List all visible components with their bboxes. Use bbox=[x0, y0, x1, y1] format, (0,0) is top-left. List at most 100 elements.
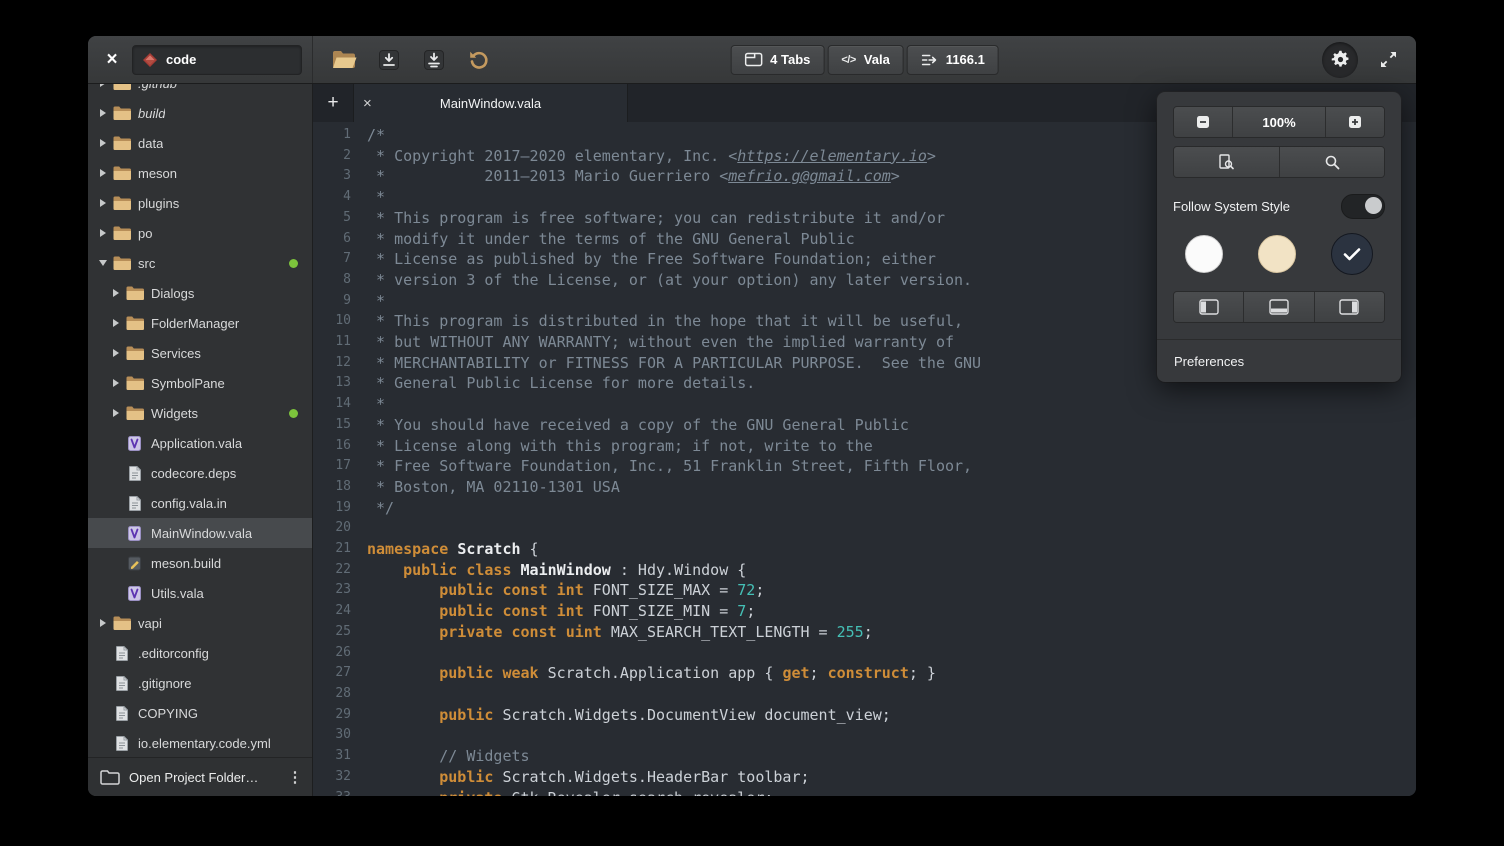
folder-icon bbox=[112, 616, 131, 630]
search-button[interactable] bbox=[1279, 147, 1385, 177]
chevron-right-icon[interactable] bbox=[94, 84, 112, 88]
folder-icon bbox=[112, 256, 131, 270]
tree-item-dialogs[interactable]: Dialogs bbox=[88, 278, 312, 308]
open-project-folder-button[interactable]: Open Project Folder… ⋮ bbox=[88, 757, 312, 796]
zoom-in-icon bbox=[1348, 115, 1362, 129]
layout-sidebar-left-icon bbox=[1199, 299, 1219, 315]
tree-item-meson[interactable]: meson bbox=[88, 158, 312, 188]
tree-item-label: config.vala.in bbox=[151, 496, 227, 511]
line-number: 9 bbox=[313, 291, 365, 312]
folder-icon bbox=[125, 376, 144, 390]
code-text: /* bbox=[365, 125, 385, 146]
line-number: 6 bbox=[313, 229, 365, 250]
tree-item--editorconfig[interactable]: .editorconfig bbox=[88, 638, 312, 668]
tree-item--gitignore[interactable]: .gitignore bbox=[88, 668, 312, 698]
chevron-right-icon[interactable] bbox=[107, 318, 125, 328]
chevron-right-icon[interactable] bbox=[94, 198, 112, 208]
chevron-down-icon[interactable] bbox=[94, 259, 112, 267]
follow-system-style-switch[interactable] bbox=[1341, 194, 1385, 219]
settings-popover: 100% bbox=[1157, 92, 1401, 382]
vala-file-icon bbox=[125, 586, 144, 601]
tree-item-label: Utils.vala bbox=[151, 586, 204, 601]
new-tab-button[interactable]: + bbox=[313, 84, 354, 122]
tree-item-po[interactable]: po bbox=[88, 218, 312, 248]
layout-sidebar-right-icon bbox=[1339, 299, 1359, 315]
code-line: 31 // Widgets bbox=[313, 746, 1416, 767]
layout-sidebar-right-button[interactable] bbox=[1314, 292, 1384, 322]
tree-item-plugins[interactable]: plugins bbox=[88, 188, 312, 218]
find-in-page-button[interactable] bbox=[1174, 147, 1279, 177]
tree-item-vapi[interactable]: vapi bbox=[88, 608, 312, 638]
tree-item-utils-vala[interactable]: Utils.vala bbox=[88, 578, 312, 608]
tree-item-symbolpane[interactable]: SymbolPane bbox=[88, 368, 312, 398]
zoom-out-button[interactable] bbox=[1174, 107, 1232, 137]
chevron-right-icon[interactable] bbox=[94, 108, 112, 118]
tree-item--github[interactable]: .github bbox=[88, 84, 312, 98]
chevron-right-icon[interactable] bbox=[107, 348, 125, 358]
chevron-right-icon[interactable] bbox=[107, 288, 125, 298]
folder-icon bbox=[112, 136, 131, 150]
tree-item-widgets[interactable]: Widgets bbox=[88, 398, 312, 428]
save-button[interactable] bbox=[372, 43, 406, 77]
tree-item-data[interactable]: data bbox=[88, 128, 312, 158]
tree-item-config-vala-in[interactable]: config.vala.in bbox=[88, 488, 312, 518]
code-line: 29 public Scratch.Widgets.DocumentView d… bbox=[313, 705, 1416, 726]
project-chooser-button[interactable]: code bbox=[132, 45, 302, 75]
tree-item-label: FolderManager bbox=[151, 316, 239, 331]
project-name: code bbox=[166, 52, 196, 67]
code-line: 28 bbox=[313, 684, 1416, 705]
tab-overview-button[interactable]: 4 Tabs bbox=[730, 45, 824, 75]
revert-button[interactable] bbox=[462, 43, 496, 77]
code-line: 20 bbox=[313, 518, 1416, 539]
layout-bottom-panel-button[interactable] bbox=[1243, 292, 1313, 322]
tree-item-copying[interactable]: COPYING bbox=[88, 698, 312, 728]
tree-item-foldermanager[interactable]: FolderManager bbox=[88, 308, 312, 338]
line-number: 12 bbox=[313, 353, 365, 374]
tree-item-services[interactable]: Services bbox=[88, 338, 312, 368]
tree-item-src[interactable]: src bbox=[88, 248, 312, 278]
line-number: 7 bbox=[313, 249, 365, 270]
code-text: * version 3 of the License, or (at your … bbox=[365, 270, 972, 291]
sidebar-menu-button[interactable]: ⋮ bbox=[286, 768, 304, 786]
tree-item-meson-build[interactable]: meson.build bbox=[88, 548, 312, 578]
tree-item-io-elementary-code-yml[interactable]: io.elementary.code.yml bbox=[88, 728, 312, 757]
tree-item-codecore-deps[interactable]: codecore.deps bbox=[88, 458, 312, 488]
line-number: 26 bbox=[313, 643, 365, 664]
code-line: 17 * Free Software Foundation, Inc., 51 … bbox=[313, 456, 1416, 477]
line-number: 3 bbox=[313, 166, 365, 187]
zoom-in-button[interactable] bbox=[1325, 107, 1384, 137]
line-number: 4 bbox=[313, 187, 365, 208]
language-selector-button[interactable]: </> Vala bbox=[827, 45, 903, 75]
tree-item-build[interactable]: build bbox=[88, 98, 312, 128]
settings-menu-button[interactable] bbox=[1322, 42, 1358, 78]
line-number: 18 bbox=[313, 477, 365, 498]
tree-item-application-vala[interactable]: Application.vala bbox=[88, 428, 312, 458]
tree-item-label: build bbox=[138, 106, 165, 121]
style-dark-option[interactable] bbox=[1331, 233, 1373, 275]
style-light-option[interactable] bbox=[1185, 235, 1223, 273]
chevron-right-icon[interactable] bbox=[94, 138, 112, 148]
open-file-button[interactable] bbox=[327, 43, 361, 77]
tab-mainwindow-vala[interactable]: × MainWindow.vala bbox=[354, 84, 628, 122]
tree-item-label: MainWindow.vala bbox=[151, 526, 252, 541]
goto-line-button[interactable]: 1166.1 bbox=[907, 45, 999, 75]
open-project-folder-label: Open Project Folder… bbox=[129, 770, 277, 785]
close-window-button[interactable]: × bbox=[100, 48, 124, 72]
code-text: public const int FONT_SIZE_MAX = 72; bbox=[365, 580, 764, 601]
chevron-right-icon[interactable] bbox=[94, 618, 112, 628]
chevron-right-icon[interactable] bbox=[94, 228, 112, 238]
code-text: * Free Software Foundation, Inc., 51 Fra… bbox=[365, 456, 972, 477]
style-sepia-option[interactable] bbox=[1258, 235, 1296, 273]
preferences-menu-item[interactable]: Preferences bbox=[1157, 340, 1401, 382]
tree-item-mainwindow-vala[interactable]: MainWindow.vala bbox=[88, 518, 312, 548]
layout-sidebar-left-button[interactable] bbox=[1174, 292, 1243, 322]
tab-close-button[interactable]: × bbox=[363, 95, 383, 112]
save-as-button[interactable] bbox=[417, 43, 451, 77]
chevron-right-icon[interactable] bbox=[94, 168, 112, 178]
fullscreen-button[interactable] bbox=[1374, 46, 1402, 74]
code-line: 15 * You should have received a copy of … bbox=[313, 415, 1416, 436]
code-text: * but WITHOUT ANY WARRANTY; without even… bbox=[365, 332, 954, 353]
chevron-right-icon[interactable] bbox=[107, 378, 125, 388]
chevron-right-icon[interactable] bbox=[107, 408, 125, 418]
folder-icon bbox=[112, 166, 131, 180]
